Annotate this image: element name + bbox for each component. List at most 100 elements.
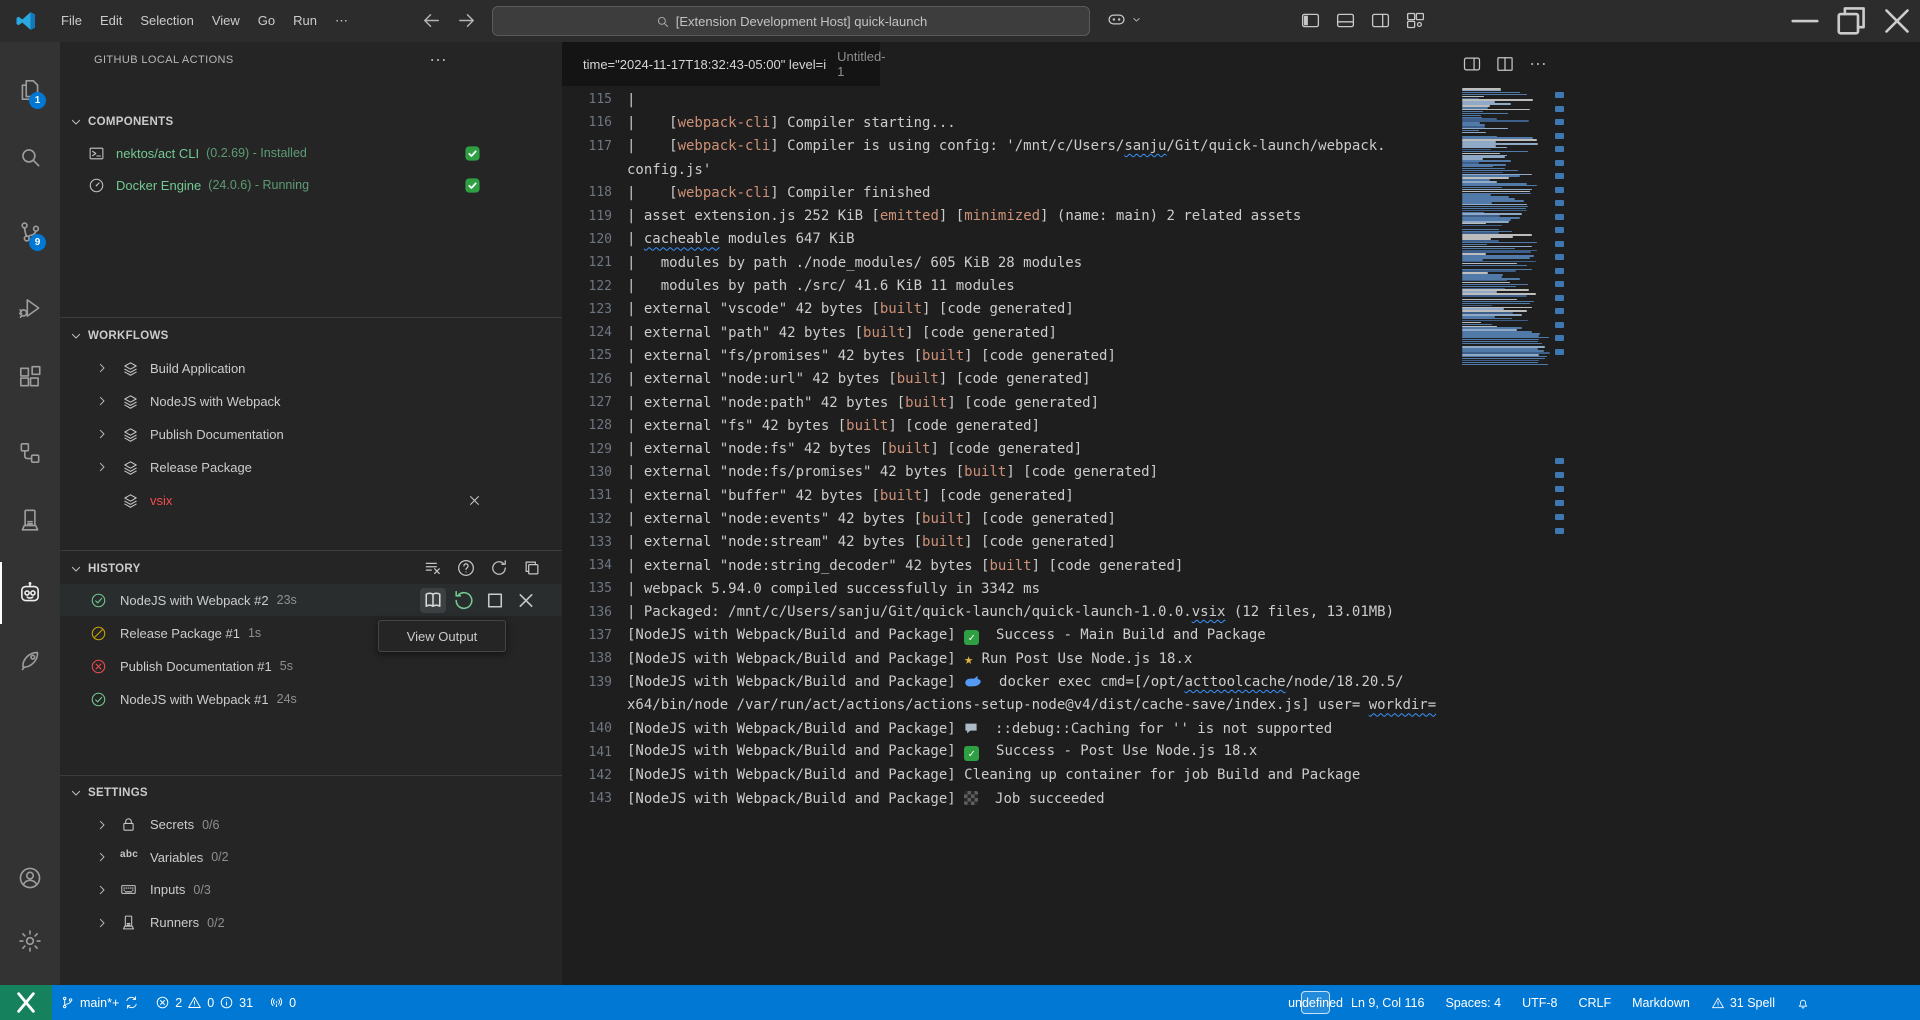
view-output-button[interactable] <box>420 588 446 613</box>
nav-back-icon[interactable] <box>420 9 443 32</box>
section-history[interactable]: HISTORY <box>60 554 562 584</box>
branch-status[interactable]: main*+ <box>52 985 147 1020</box>
chevron-right-icon[interactable] <box>94 393 110 409</box>
clear-history-icon[interactable] <box>423 558 443 578</box>
toggle-secondary-sidebar-icon[interactable] <box>1370 10 1391 31</box>
menu-edit[interactable]: Edit <box>91 8 131 34</box>
help-icon[interactable] <box>456 558 476 578</box>
terminal-icon <box>88 145 105 162</box>
remote-indicator[interactable] <box>0 985 52 1020</box>
activity-extensions-icon[interactable] <box>17 364 43 390</box>
nav-forward-icon[interactable] <box>455 9 478 32</box>
menu-go[interactable]: Go <box>249 8 284 34</box>
tab-untitled-1[interactable]: time="2024-11-17T18:32:43-05:00" level=i… <box>562 42 880 86</box>
chevron-right-icon[interactable] <box>94 882 110 898</box>
chevron-right-icon[interactable] <box>94 849 110 865</box>
lock-icon <box>120 816 137 833</box>
customize-layout-icon[interactable] <box>1405 10 1426 31</box>
line-text: | external "fs/promises" 42 bytes [built… <box>627 348 1116 364</box>
toggle-primary-sidebar-icon[interactable] <box>1300 10 1321 31</box>
ruler-mark <box>1555 335 1564 341</box>
workflow-row[interactable]: Build Application <box>60 352 562 384</box>
toggle-panel-icon[interactable] <box>1335 10 1356 31</box>
editor-content[interactable]: 115|116| [webpack-cli] Compiler starting… <box>562 86 1568 985</box>
section-components[interactable]: COMPONENTS <box>60 108 562 136</box>
settings-row[interactable]: Runners0/2 <box>60 907 562 938</box>
menu-view[interactable]: View <box>203 8 249 34</box>
indentation[interactable]: Spaces: 4 <box>1443 996 1503 1010</box>
menu-more[interactable]: ⋯ <box>326 8 357 34</box>
editor-line: 127| external "node:path" 42 bytes [buil… <box>562 391 1522 414</box>
workflow-name: vsix <box>150 493 172 508</box>
line-text: | cacheable modules 647 KiB <box>627 231 855 247</box>
toggle-layout-icon[interactable] <box>1462 54 1482 74</box>
ports[interactable]: 0 <box>261 985 304 1020</box>
line-text: [NodeJS with Webpack/Build and Package] … <box>627 721 1332 737</box>
overview-ruler[interactable] <box>1554 86 1566 985</box>
layers-icon <box>122 360 139 377</box>
component-row[interactable]: Docker Engine(24.0.6) - Running <box>60 170 562 200</box>
status-check-icon <box>464 177 481 194</box>
activity-references-icon[interactable] <box>17 440 43 466</box>
activity-rocket-icon[interactable] <box>17 647 43 673</box>
section-workflows[interactable]: WORKFLOWS <box>60 322 562 350</box>
more-actions-icon[interactable] <box>428 50 448 70</box>
rerun-button[interactable] <box>451 588 477 613</box>
activity-github-local-actions-icon[interactable] <box>17 580 43 606</box>
activity-search-icon[interactable] <box>17 144 43 170</box>
activity-settings-gear-icon[interactable] <box>17 928 43 954</box>
problems[interactable]: 2031 <box>147 985 261 1020</box>
chevron-right-icon[interactable] <box>94 817 110 833</box>
chevron-right-icon[interactable] <box>94 426 110 442</box>
command-center-search[interactable]: [Extension Development Host] quick-launc… <box>492 6 1090 36</box>
menu-run[interactable]: Run <box>284 8 326 34</box>
stop-button[interactable] <box>482 588 508 613</box>
close-button[interactable] <box>1874 0 1920 42</box>
workflow-row[interactable]: NodeJS with Webpack <box>60 385 562 417</box>
settings-row[interactable]: abcVariables0/2 <box>60 842 562 873</box>
history-row[interactable]: Publish Documentation #15s <box>60 650 562 682</box>
copilot-menu[interactable] <box>1106 9 1143 30</box>
restore-button[interactable] <box>1828 0 1874 42</box>
encoding[interactable]: UTF-8 <box>1520 996 1559 1010</box>
line-number: 133 <box>562 535 612 550</box>
menu-file[interactable]: File <box>52 8 91 34</box>
editor-line: 119| asset extension.js 252 KiB [emitted… <box>562 205 1522 228</box>
activity-remote-machine-icon[interactable] <box>17 507 43 533</box>
eol[interactable]: CRLF <box>1576 996 1613 1010</box>
workflow-row[interactable]: Publish Documentation <box>60 418 562 450</box>
zoom-indicator[interactable]: undefined <box>1299 991 1332 1014</box>
chevron-right-icon[interactable] <box>94 360 110 376</box>
status-cancelled-icon <box>90 625 107 642</box>
refresh-icon[interactable] <box>489 558 509 578</box>
component-row[interactable]: nektos/act CLI(0.2.69) - Installed <box>60 138 562 168</box>
more-actions-icon[interactable] <box>1528 54 1548 74</box>
abc-icon: abc <box>120 849 142 866</box>
settings-row[interactable]: Secrets0/6 <box>60 809 562 840</box>
workflow-row[interactable]: Release Package <box>60 451 562 483</box>
section-settings[interactable]: SETTINGS <box>60 779 562 807</box>
chevron-right-icon[interactable] <box>94 915 110 931</box>
language-mode[interactable]: Markdown <box>1630 996 1692 1010</box>
remove-workflow-icon[interactable] <box>466 492 483 509</box>
history-name: NodeJS with Webpack #2 <box>120 593 269 608</box>
history-row[interactable]: NodeJS with Webpack #124s <box>60 683 562 715</box>
line-text: | <box>627 92 635 108</box>
minimize-button[interactable] <box>1782 0 1828 42</box>
cursor-position[interactable]: Ln 9, Col 116 <box>1349 996 1426 1010</box>
line-number: 117 <box>562 139 612 154</box>
dismiss-button[interactable] <box>513 588 539 613</box>
settings-row[interactable]: Inputs0/3 <box>60 874 562 905</box>
activity-run-and-debug-icon[interactable] <box>17 295 43 321</box>
activity-accounts-icon[interactable] <box>17 865 43 891</box>
menu-selection[interactable]: Selection <box>131 8 202 34</box>
editor-line: x64/bin/node /var/run/act/actions/action… <box>562 694 1522 717</box>
chevron-right-icon[interactable] <box>94 459 110 475</box>
copy-icon[interactable] <box>522 558 542 578</box>
history-row[interactable]: NodeJS with Webpack #223s <box>60 584 562 616</box>
split-editor-icon[interactable] <box>1495 54 1515 74</box>
spell-checker[interactable]: 31 Spell <box>1709 996 1777 1010</box>
workflow-row[interactable]: vsix <box>60 484 562 516</box>
notifications[interactable] <box>1794 996 1812 1010</box>
branch-icon <box>60 995 75 1010</box>
